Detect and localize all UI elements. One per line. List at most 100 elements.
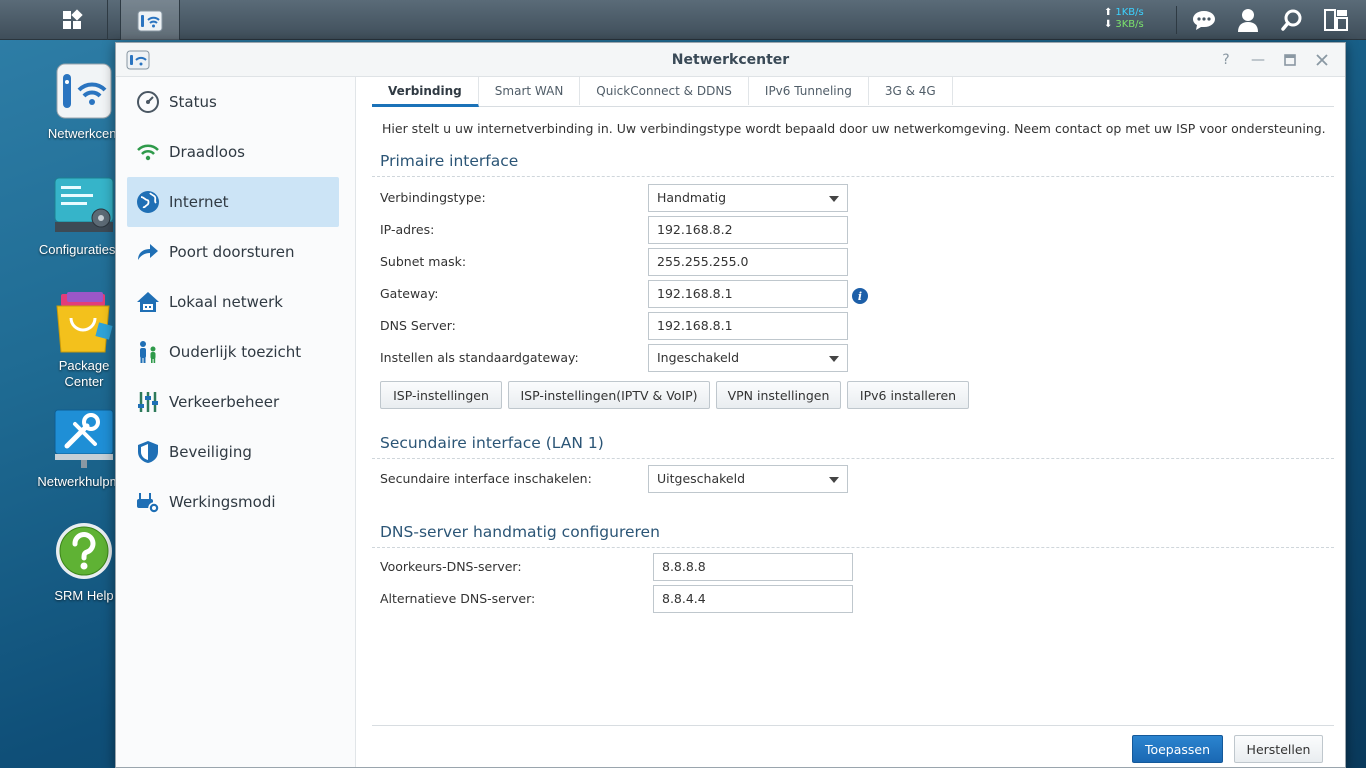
window-title: Netwerkcenter (671, 52, 790, 68)
grid-menu-icon (62, 9, 83, 29)
gateway-value: 192.168.8.1 (657, 286, 733, 301)
reset-button[interactable]: Herstellen (1234, 735, 1323, 763)
connection-type-select[interactable]: Handmatig (648, 184, 848, 212)
ip-address-value: 192.168.8.2 (657, 222, 733, 237)
shield-icon (135, 439, 161, 465)
sidebar-item-status[interactable]: Status (127, 77, 339, 127)
sidebar: Status Draadloos Internet Poort doorstur… (116, 77, 356, 767)
dns-server-label: DNS Server: (380, 318, 456, 333)
help-button[interactable]: ? (1217, 51, 1235, 69)
window-titlebar[interactable]: Netwerkcenter ? — (116, 43, 1345, 77)
chevron-down-icon (829, 196, 839, 202)
ipv6-setup-button[interactable]: IPv6 installeren (847, 381, 969, 409)
alternate-dns-field[interactable]: 8.8.4.4 (653, 585, 853, 613)
subnet-mask-label: Subnet mask: (380, 254, 467, 269)
info-icon[interactable]: i (852, 288, 868, 304)
isp-settings-button[interactable]: ISP-instellingen (380, 381, 502, 409)
sidebar-item-lokaal-netwerk[interactable]: Lokaal netwerk (127, 277, 339, 327)
sidebar-item-internet[interactable]: Internet (127, 177, 339, 227)
alternate-dns-value: 8.8.4.4 (662, 591, 706, 606)
download-arrow-icon: ⬇ (1104, 19, 1113, 30)
forward-arrow-icon (135, 239, 161, 265)
widgets-icon (1324, 9, 1348, 31)
window-footer: Toepassen Herstellen (372, 725, 1334, 768)
tab-quickconnect-ddns[interactable]: QuickConnect & DDNS (580, 77, 749, 105)
control-panel-icon (53, 176, 115, 238)
minimize-button[interactable]: — (1249, 51, 1267, 69)
subnet-mask-field[interactable]: 255.255.255.0 (648, 248, 848, 276)
close-button[interactable] (1313, 51, 1331, 69)
router-gear-icon (135, 489, 161, 515)
network-speed-indicator: ⬆ 1KB/s ⬇ 3KB/s (1104, 7, 1164, 33)
router-wifi-icon (53, 60, 115, 122)
sidebar-item-label: Draadloos (169, 143, 245, 161)
subnet-mask-value: 255.255.255.0 (657, 254, 749, 269)
search-icon (1281, 9, 1302, 31)
router-wifi-icon (137, 10, 163, 32)
preferred-dns-value: 8.8.8.8 (662, 559, 706, 574)
tab-3g-4g[interactable]: 3G & 4G (869, 77, 953, 105)
upload-arrow-icon: ⬆ (1104, 7, 1113, 18)
search-button[interactable] (1272, 0, 1312, 40)
dns-server-field[interactable]: 192.168.8.1 (648, 312, 848, 340)
sidebar-item-label: Verkeerbeheer (169, 393, 280, 411)
sliders-icon (135, 389, 161, 415)
chat-bubble-icon (1193, 11, 1215, 30)
taskbar-app-netwerkcenter[interactable] (120, 0, 180, 40)
vpn-settings-button[interactable]: VPN instellingen (716, 381, 841, 409)
sidebar-item-label: Ouderlijk toezicht (169, 343, 302, 361)
sidebar-item-draadloos[interactable]: Draadloos (127, 127, 339, 177)
chevron-down-icon (829, 356, 839, 362)
default-gateway-value: Ingeschakeld (657, 350, 740, 365)
sidebar-item-ouderlijk-toezicht[interactable]: Ouderlijk toezicht (127, 327, 339, 377)
close-icon (1316, 54, 1328, 66)
sidebar-item-label: Beveiliging (169, 443, 252, 461)
tab-verbinding[interactable]: Verbinding (372, 77, 479, 107)
shopping-bag-icon (53, 292, 115, 354)
gateway-label: Gateway: (380, 286, 439, 301)
chat-button[interactable] (1184, 0, 1224, 40)
ip-address-label: IP-adres: (380, 222, 435, 237)
sidebar-item-label: Status (169, 93, 217, 111)
ip-address-field[interactable]: 192.168.8.2 (648, 216, 848, 244)
tab-ipv6-tunneling[interactable]: IPv6 Tunneling (749, 77, 869, 105)
default-gateway-label: Instellen als standaardgateway: (380, 350, 579, 365)
taskbar: ⬆ 1KB/s ⬇ 3KB/s (0, 0, 1366, 40)
download-speed: 3KB/s (1115, 19, 1144, 30)
widgets-button[interactable] (1316, 0, 1356, 40)
sidebar-item-beveiliging[interactable]: Beveiliging (127, 427, 339, 477)
isp-iptv-voip-button[interactable]: ISP-instellingen(IPTV & VoIP) (508, 381, 710, 409)
sidebar-item-poort-doorsturen[interactable]: Poort doorsturen (127, 227, 339, 277)
user-button[interactable] (1228, 0, 1268, 40)
preferred-dns-field[interactable]: 8.8.8.8 (653, 553, 853, 581)
sidebar-item-label: Poort doorsturen (169, 243, 295, 261)
minimize-icon: — (1251, 52, 1265, 68)
maximize-button[interactable] (1281, 51, 1299, 69)
tab-smart-wan[interactable]: Smart WAN (479, 77, 581, 105)
network-tools-icon (53, 408, 115, 470)
preferred-dns-label: Voorkeurs-DNS-server: (380, 559, 522, 574)
default-gateway-select[interactable]: Ingeschakeld (648, 344, 848, 372)
dns-server-value: 192.168.8.1 (657, 318, 733, 333)
upload-speed: 1KB/s (1115, 7, 1144, 18)
secondary-enable-select[interactable]: Uitgeschakeld (648, 465, 848, 493)
secondary-enable-label: Secundaire interface inschakelen: (380, 471, 592, 486)
apply-button[interactable]: Toepassen (1132, 735, 1223, 763)
main-menu-button[interactable] (36, 0, 108, 40)
secondary-enable-value: Uitgeschakeld (657, 471, 746, 486)
taskbar-divider (1176, 6, 1177, 34)
sidebar-item-werkingsmodi[interactable]: Werkingsmodi (127, 477, 339, 527)
sidebar-item-label: Internet (169, 193, 229, 211)
sidebar-item-label: Lokaal netwerk (169, 293, 283, 311)
gateway-field[interactable]: 192.168.8.1 (648, 280, 848, 308)
gauge-icon (135, 89, 161, 115)
sidebar-item-label: Werkingsmodi (169, 493, 276, 511)
sidebar-item-verkeerbeheer[interactable]: Verkeerbeheer (127, 377, 339, 427)
maximize-icon (1284, 54, 1296, 66)
tab-bar: Verbinding Smart WAN QuickConnect & DDNS… (372, 77, 1334, 107)
desktop-icon-label: Package Center (58, 358, 110, 389)
connection-type-value: Handmatig (657, 190, 727, 205)
user-icon (1238, 9, 1258, 32)
wifi-icon (135, 139, 161, 165)
question-icon: ? (1222, 52, 1230, 68)
